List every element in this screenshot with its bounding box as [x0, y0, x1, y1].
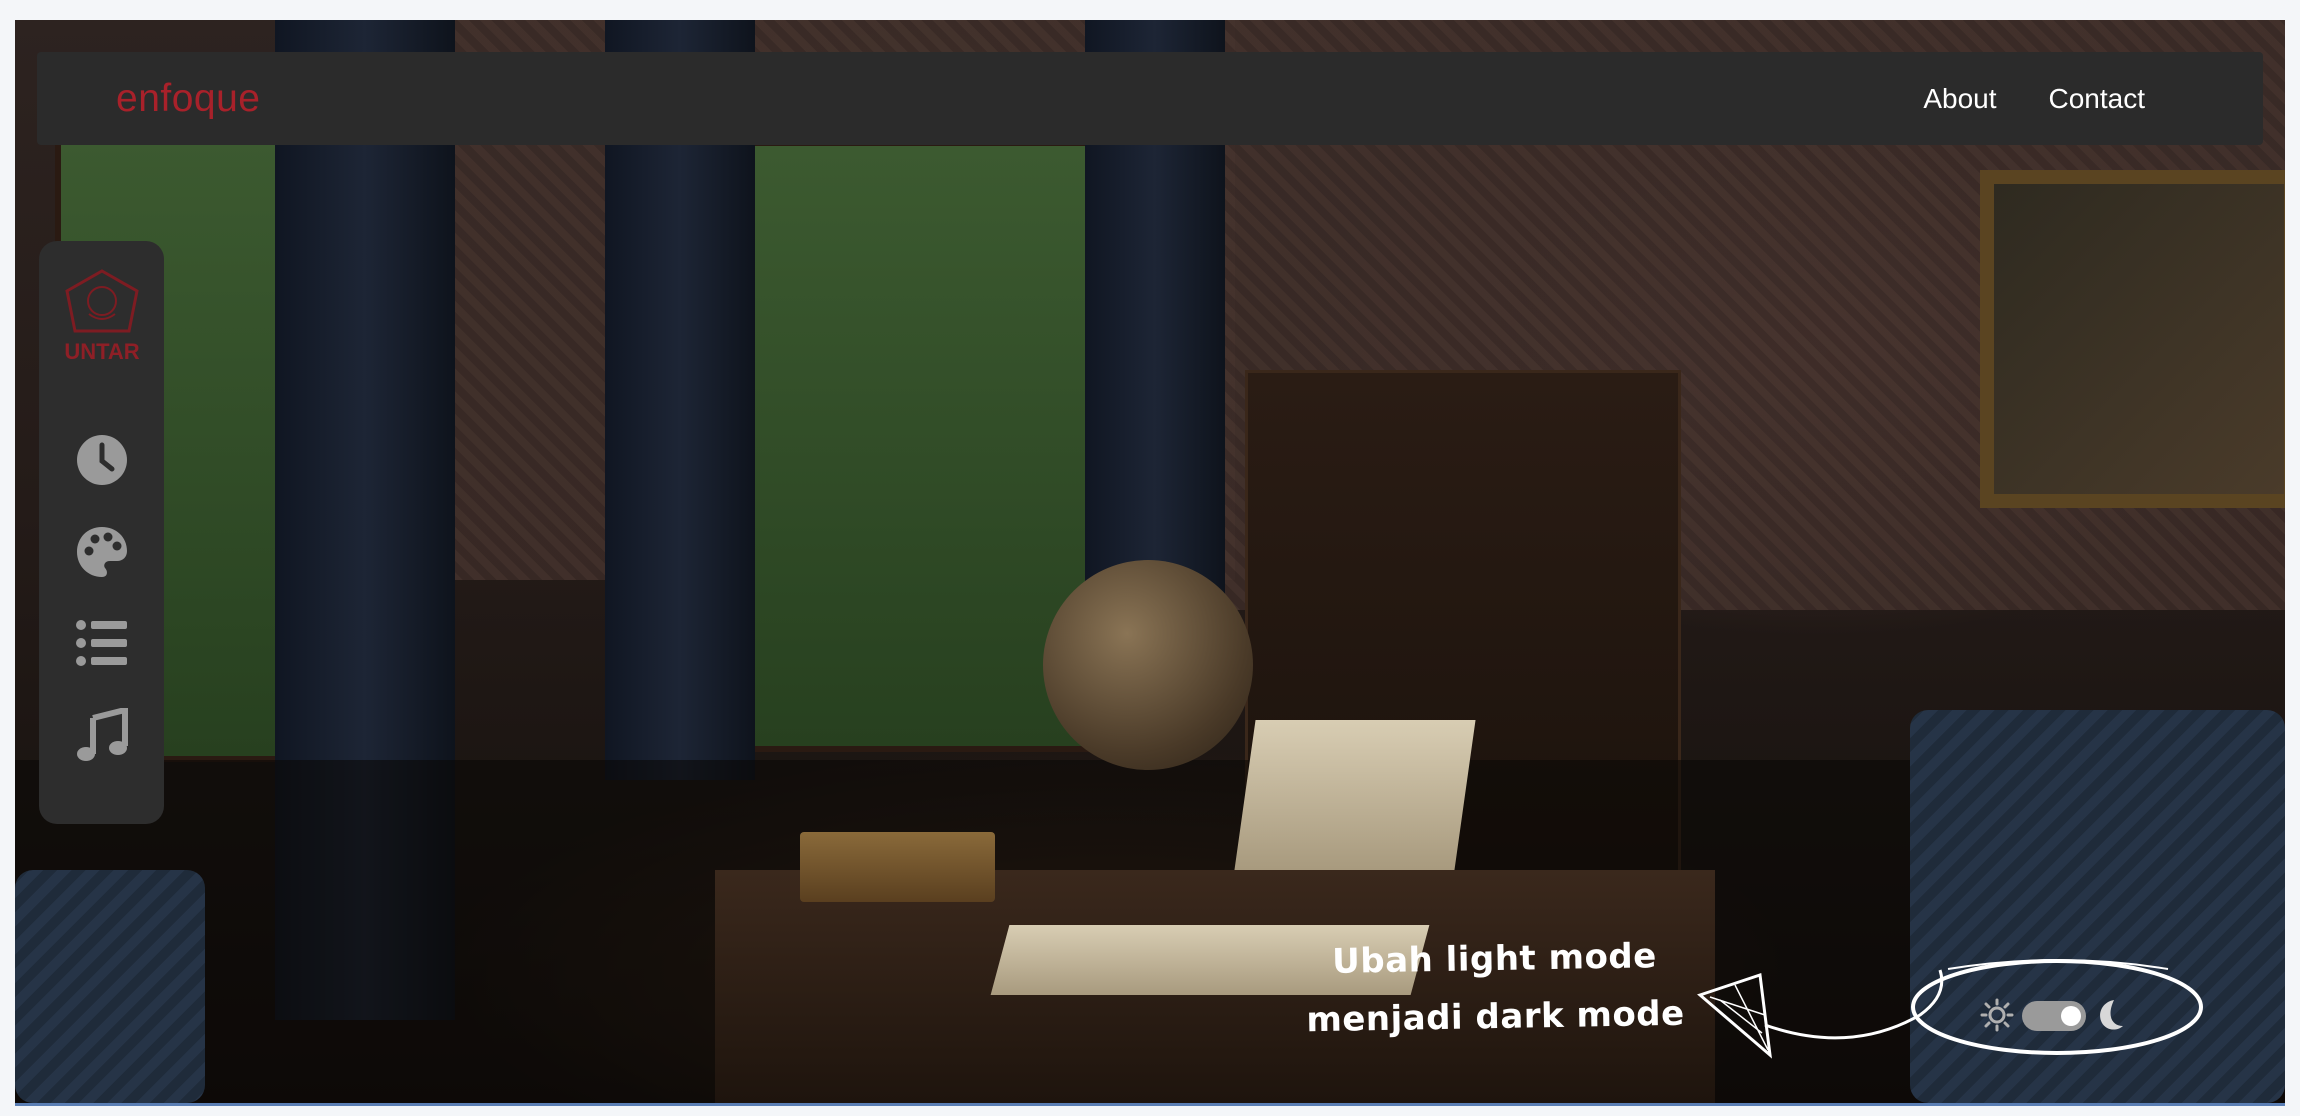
- armchair: [15, 870, 205, 1103]
- annotation-line-1: Ubah light mode: [1331, 936, 1658, 982]
- music-icon[interactable]: [75, 706, 129, 762]
- nav-link-about[interactable]: About: [1923, 83, 1996, 115]
- dark-mode-switch[interactable]: [2022, 1001, 2086, 1031]
- navbar: enfoque About Contact: [37, 52, 2263, 145]
- brand-logo[interactable]: enfoque: [116, 77, 260, 121]
- nav-links: About Contact: [1923, 83, 2145, 115]
- open-book: [1234, 720, 1476, 870]
- sidebar: UNTAR: [39, 241, 164, 824]
- closed-book: [800, 832, 995, 902]
- annotation-text: Ubah light mode menjadi dark mode: [1299, 927, 1691, 1050]
- switch-knob: [2061, 1006, 2081, 1026]
- annotation-line-2: menjadi dark mode: [1306, 993, 1685, 1041]
- palette-icon[interactable]: [75, 525, 129, 579]
- untar-logo: UNTAR: [57, 269, 147, 384]
- shield-icon: [65, 269, 139, 333]
- logo-text: UNTAR: [64, 339, 140, 364]
- nav-link-contact[interactable]: Contact: [2049, 83, 2146, 115]
- theme-toggle: [1980, 995, 2130, 1035]
- sun-icon[interactable]: [1980, 998, 2014, 1032]
- painting: [1980, 170, 2285, 508]
- moon-icon[interactable]: [2092, 997, 2126, 1033]
- list-icon[interactable]: [75, 616, 129, 670]
- clock-icon[interactable]: [75, 433, 129, 487]
- hero-background: [15, 20, 2285, 1106]
- globe: [1043, 560, 1253, 770]
